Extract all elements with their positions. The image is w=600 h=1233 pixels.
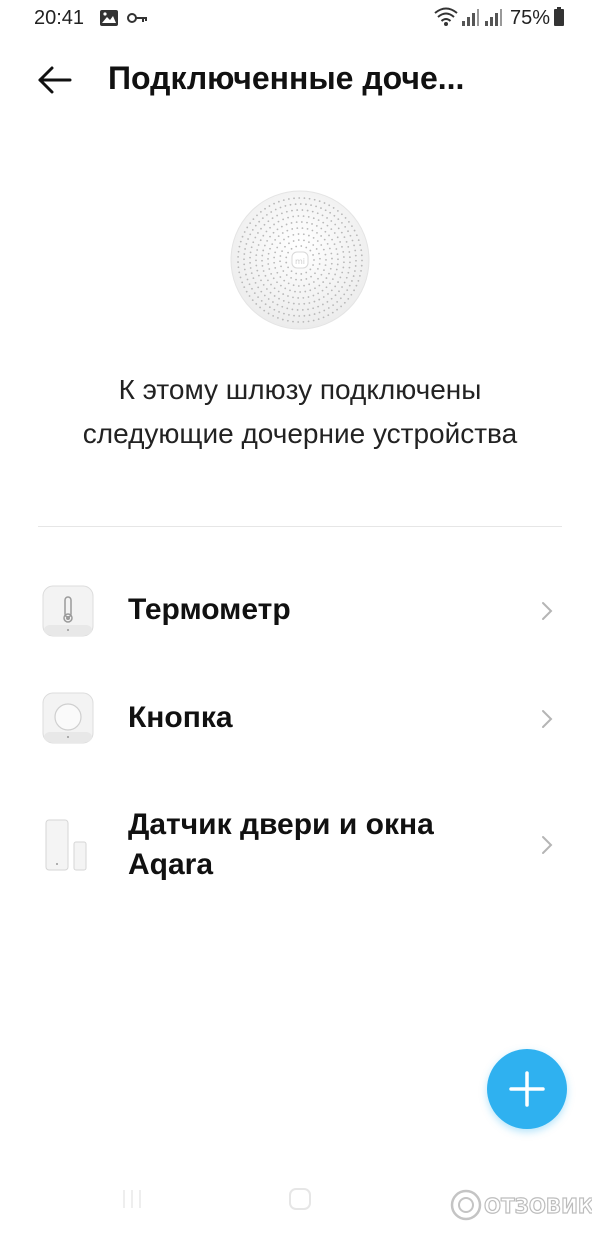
- door-window-sensor-icon: [45, 819, 87, 871]
- watermark-text: ОТЗОВИК: [484, 1194, 592, 1218]
- chevron-right-icon: [542, 710, 553, 728]
- gateway-description: К этому шлюзу подключены следующие дочер…: [0, 368, 600, 456]
- status-bar: 20:41 75%: [0, 0, 600, 36]
- signal-icon: [485, 9, 502, 26]
- home-icon[interactable]: [288, 1188, 312, 1210]
- status-time: 20:41: [34, 7, 85, 29]
- device-name: Кнопка: [128, 701, 233, 734]
- back-button[interactable]: [34, 60, 78, 100]
- chevron-right-icon: [542, 836, 553, 854]
- wireless-button-icon: [42, 692, 94, 744]
- description-line-2: следующие дочерние устройства: [82, 418, 518, 449]
- battery-icon: [554, 7, 564, 26]
- svg-text:mi: mi: [295, 257, 305, 266]
- gateway-hub-image: mi: [230, 190, 370, 330]
- thermometer-sensor-icon: [42, 585, 94, 637]
- recent-apps-icon[interactable]: [120, 1188, 144, 1210]
- device-name-line-2: Aqara: [128, 848, 214, 881]
- arrow-left-icon: [38, 66, 72, 94]
- page-title: Подключенные доче...: [108, 60, 465, 96]
- divider: [38, 526, 562, 527]
- device-name: Датчик двери и окна Aqara: [128, 805, 434, 885]
- device-item-thermometer[interactable]: Термометр: [0, 580, 600, 642]
- top-bar: Подключенные доче...: [0, 46, 600, 116]
- watermark-logo: ОТЗОВИК: [450, 1189, 592, 1221]
- chevron-right-icon: [542, 602, 553, 620]
- plus-icon: [509, 1071, 545, 1107]
- device-name: Термометр: [128, 593, 291, 626]
- device-name-line-1: Датчик двери и окна: [128, 808, 434, 841]
- add-device-button[interactable]: [487, 1049, 567, 1129]
- description-line-1: К этому шлюзу подключены: [118, 374, 482, 405]
- signal-icon: [462, 9, 479, 26]
- key-icon: [127, 13, 147, 23]
- wifi-icon: [434, 7, 458, 26]
- battery-percent: 75%: [509, 7, 550, 29]
- image-icon: [100, 10, 118, 26]
- device-item-door-window-sensor[interactable]: Датчик двери и окна Aqara: [0, 800, 600, 892]
- device-item-button[interactable]: Кнопка: [0, 688, 600, 750]
